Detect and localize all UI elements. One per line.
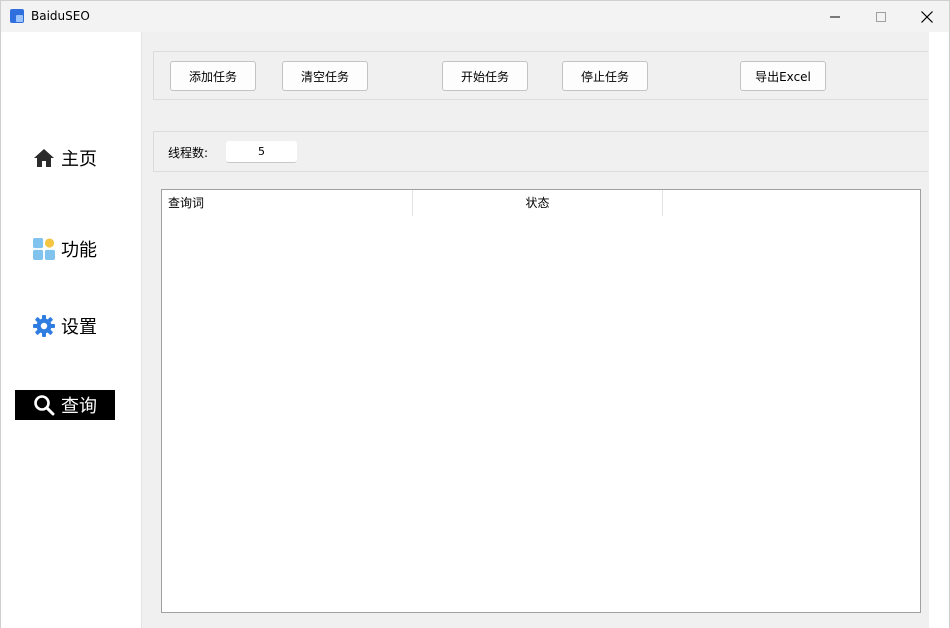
start-task-button[interactable]: 开始任务 [442,61,528,91]
query-table[interactable]: 查询词 状态 [161,189,921,613]
app-window: BaiduSEO 主页 功能 设置 查询 添加任务 清空任务 开始任务 停止任务… [0,0,950,628]
toolbar: 添加任务 清空任务 开始任务 停止任务 导出Excel [153,51,928,100]
main-panel: 添加任务 清空任务 开始任务 停止任务 导出Excel 线程数: 5 查询词 状… [145,32,929,628]
home-icon [33,147,55,169]
table-header: 查询词 状态 [162,190,920,216]
window-right-edge [929,32,949,628]
add-task-button[interactable]: 添加任务 [170,61,256,91]
maximize-button[interactable] [858,1,904,32]
column-header-status[interactable]: 状态 [413,190,663,216]
apps-icon [33,238,55,260]
sidebar-item-features[interactable]: 功能 [15,234,115,264]
sidebar-item-label: 主页 [61,149,97,170]
title-bar[interactable]: BaiduSEO [1,1,949,32]
close-icon [921,10,933,23]
sidebar-item-label: 功能 [61,240,97,261]
minimize-icon [830,16,840,17]
stop-task-button[interactable]: 停止任务 [562,61,648,91]
sidebar-item-label: 设置 [61,317,97,338]
search-icon [33,394,55,416]
sidebar-item-settings[interactable]: 设置 [15,311,115,341]
minimize-button[interactable] [812,1,858,32]
column-header-query[interactable]: 查询词 [162,190,413,216]
sidebar: 主页 功能 设置 查询 [1,32,141,628]
sidebar-item-home[interactable]: 主页 [15,143,115,173]
maximize-icon [876,11,886,22]
sidebar-item-query[interactable]: 查询 [15,390,115,420]
thread-count-label: 线程数: [168,146,209,160]
thread-count-input[interactable]: 5 [226,141,297,163]
sidebar-item-label: 查询 [61,396,97,417]
app-icon [10,9,24,23]
gear-icon [33,315,55,337]
export-excel-button[interactable]: 导出Excel [740,61,826,91]
window-title: BaiduSEO [31,9,90,23]
close-button[interactable] [904,1,950,32]
clear-task-button[interactable]: 清空任务 [282,61,368,91]
thread-settings-bar: 线程数: 5 [153,131,928,172]
